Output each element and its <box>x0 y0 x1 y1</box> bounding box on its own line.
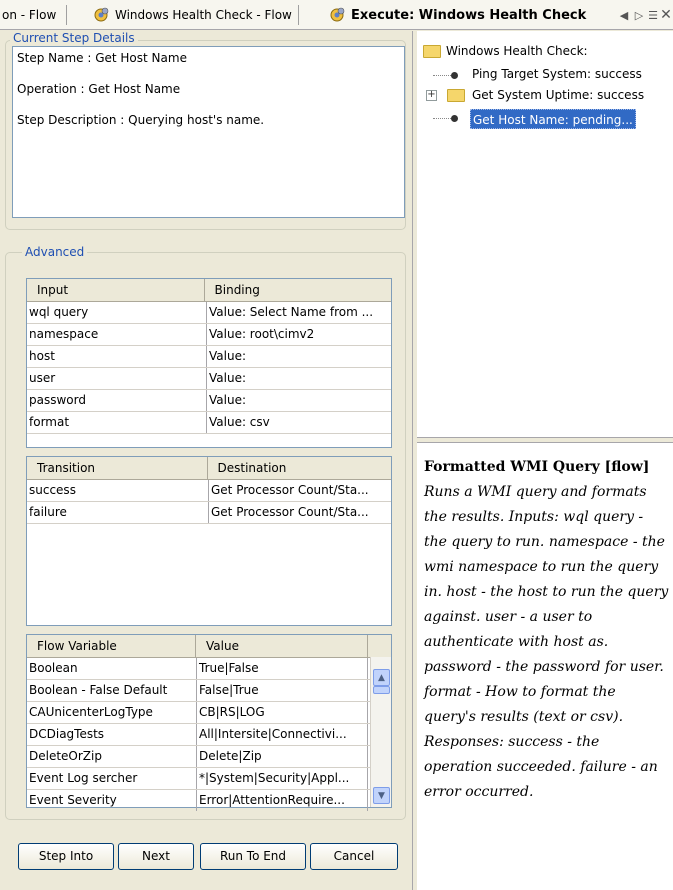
gear-icon <box>330 7 345 22</box>
flow-variable-column-header[interactable]: Flow Variable <box>27 635 196 657</box>
tab-prev-icon[interactable]: ◀ <box>617 0 631 30</box>
tab-next-icon[interactable]: ▷ <box>632 0 646 30</box>
tree-connector <box>433 118 451 119</box>
transition-cell: failure <box>27 502 209 523</box>
transition-column-header[interactable]: Transition <box>27 457 208 479</box>
flow-variables-table-header: Flow Variable Value <box>27 635 391 658</box>
operation-description: Formatted WMI Query [flow] Runs a WMI qu… <box>424 455 670 805</box>
tree-leaf-icon <box>451 115 458 122</box>
input-column-header[interactable]: Input <box>27 279 205 301</box>
table-row[interactable]: password Value: <box>27 390 391 412</box>
table-row[interactable]: format Value: csv <box>27 412 391 434</box>
tab-windows-health-check-label: Windows Health Check - Flow <box>115 8 292 22</box>
input-name-cell: wql query <box>27 302 207 323</box>
transition-cell: success <box>27 480 209 501</box>
destination-cell: Get Processor Count/Sta... <box>211 483 369 497</box>
input-name-cell: namespace <box>27 324 207 345</box>
variable-value-cell: Error|AttentionRequire... <box>197 790 368 811</box>
next-button[interactable]: Next <box>118 843 194 870</box>
scrollbar-thumb[interactable] <box>373 686 390 694</box>
cancel-button[interactable]: Cancel <box>310 843 398 870</box>
tree-item-uptime[interactable]: Get System Uptime: success <box>472 88 644 102</box>
transitions-table: Transition Destination success Get Proces… <box>26 456 392 626</box>
folder-icon <box>447 89 465 102</box>
variable-value-cell: CB|RS|LOG <box>197 702 368 723</box>
variable-value-cell: False|True <box>197 680 368 701</box>
binding-cell: Value: root\cimv2 <box>209 327 315 341</box>
input-name-cell: password <box>27 390 207 411</box>
variable-value-cell: *|System|Security|Appl... <box>197 768 368 789</box>
table-row[interactable]: wql query Value: Select Name from ... <box>27 302 391 324</box>
variable-name-cell: Boolean - False Default <box>27 680 197 701</box>
table-row[interactable]: user Value: <box>27 368 391 390</box>
advanced-legend: Advanced <box>22 245 88 259</box>
tree-item-host-name-selected[interactable]: Get Host Name: pending... <box>470 109 636 129</box>
step-name-text: Step Name : Get Host Name <box>17 51 187 65</box>
binding-cell: Value: csv <box>209 415 270 429</box>
table-row[interactable]: host Value: <box>27 346 391 368</box>
step-details-box: Step Name : Get Host Name Operation : Ge… <box>12 46 405 218</box>
inputs-table: Input Binding wql query Value: Select Nam… <box>26 278 392 448</box>
tab-flow-label: on - Flow <box>2 8 57 22</box>
variable-name-cell: Event Severity <box>27 790 197 811</box>
table-row[interactable]: Boolean - False Default False|True <box>27 680 391 702</box>
table-row[interactable]: DCDiagTests All|Intersite|Connectivi... <box>27 724 391 746</box>
binding-column-header[interactable]: Binding <box>205 279 391 301</box>
flow-variables-table: Flow Variable Value Boolean True|False Bo… <box>26 634 392 811</box>
table-row[interactable]: Event Severity Error|AttentionRequire... <box>27 790 391 811</box>
destination-cell: Get Processor Count/Sta... <box>211 505 369 519</box>
variable-value-cell: Delete|Zip <box>197 746 368 767</box>
input-name-cell: user <box>27 368 207 389</box>
gear-icon <box>94 7 109 22</box>
variable-value-cell: True|False <box>197 658 368 679</box>
table-row[interactable]: failure Get Processor Count/Sta... <box>27 502 391 524</box>
table-row[interactable]: CAUnicenterLogType CB|RS|LOG <box>27 702 391 724</box>
tree-expand-icon[interactable]: + <box>426 90 437 101</box>
operation-text: Operation : Get Host Name <box>17 82 181 96</box>
tree-item-ping[interactable]: Ping Target System: success <box>472 67 642 81</box>
close-icon[interactable]: ✕ <box>659 0 673 30</box>
table-row[interactable]: Event Log sercher *|System|Security|Appl.… <box>27 768 391 790</box>
table-row[interactable]: success Get Processor Count/Sta... <box>27 480 391 502</box>
tab-flow[interactable]: on - Flow <box>2 0 84 30</box>
tree-leaf-icon <box>451 72 458 79</box>
horizontal-splitter[interactable] <box>417 437 673 443</box>
step-description-text: Step Description : Querying host's name. <box>17 113 265 127</box>
table-row[interactable]: DeleteOrZip Delete|Zip <box>27 746 391 768</box>
run-to-end-button[interactable]: Run To End <box>200 843 306 870</box>
variable-name-cell: Event Log sercher <box>27 768 197 789</box>
tree-root-label[interactable]: Windows Health Check: <box>446 44 588 58</box>
binding-cell: Value: <box>209 393 246 407</box>
scroll-down-icon[interactable]: ▼ <box>373 787 390 804</box>
current-step-details-legend: Current Step Details <box>10 31 138 45</box>
variable-name-cell: DCDiagTests <box>27 724 197 745</box>
tab-execute-windows-health-check[interactable]: Execute: Windows Health Check <box>328 0 614 30</box>
input-name-cell: format <box>27 412 207 433</box>
variable-name-cell: Boolean <box>27 658 197 679</box>
inputs-table-header: Input Binding <box>27 279 391 302</box>
flow-variables-scrollbar[interactable]: ▲ ▼ <box>370 657 391 807</box>
value-column-header[interactable]: Value <box>196 635 368 657</box>
tab-list-icon[interactable]: ☰ <box>646 0 660 30</box>
table-row[interactable]: Boolean True|False <box>27 658 391 680</box>
binding-cell: Value: <box>209 371 246 385</box>
input-name-cell: host <box>27 346 207 367</box>
tab-windows-health-check-flow[interactable]: Windows Health Check - Flow <box>92 0 320 30</box>
folder-icon <box>423 45 441 58</box>
variable-value-cell: All|Intersite|Connectivi... <box>197 724 368 745</box>
binding-cell: Value: Select Name from ... <box>209 305 374 319</box>
variable-name-cell: DeleteOrZip <box>27 746 197 767</box>
tree-connector <box>433 75 451 76</box>
scroll-up-icon[interactable]: ▲ <box>373 669 390 686</box>
step-into-button[interactable]: Step Into <box>18 843 114 870</box>
description-title: Formatted WMI Query [flow] <box>424 459 650 475</box>
tab-execute-label: Execute: Windows Health Check <box>351 7 587 23</box>
destination-column-header[interactable]: Destination <box>208 457 392 479</box>
binding-cell: Value: <box>209 349 246 363</box>
variable-name-cell: CAUnicenterLogType <box>27 702 197 723</box>
transitions-table-header: Transition Destination <box>27 457 391 480</box>
description-body: Runs a WMI query and formats the results… <box>424 484 669 800</box>
tab-bar: on - Flow Windows Health Check - Flow Ex… <box>0 0 673 30</box>
table-row[interactable]: namespace Value: root\cimv2 <box>27 324 391 346</box>
